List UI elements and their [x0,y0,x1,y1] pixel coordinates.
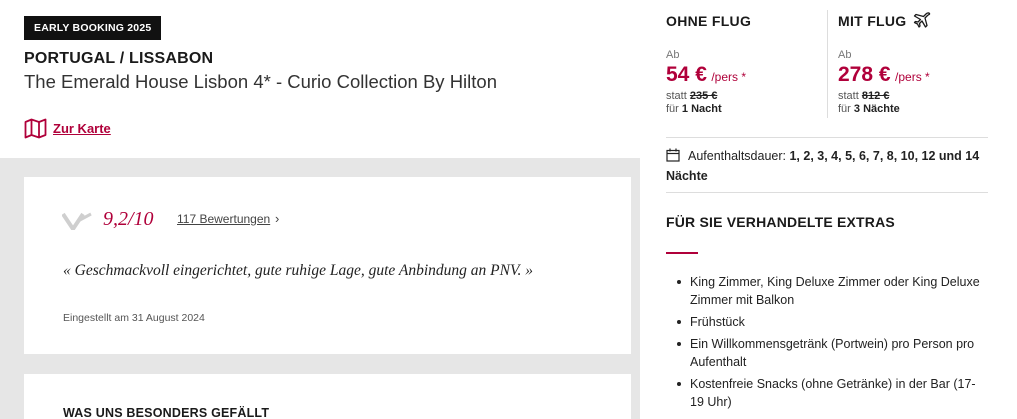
highlights-title: WAS UNS BESONDERS GEFÄLLT [63,406,270,419]
list-item: Kostenfreie Snacks (ohne Getränke) in de… [666,375,986,411]
reviews-count-link[interactable]: 117 Bewertungen [177,212,270,226]
price-per-person: /pers * [711,70,747,84]
old-price: 812 € [861,90,890,102]
with-flight-title: MIT FLUG [838,13,907,29]
chevron-right-icon[interactable]: › [275,211,279,226]
nights-label: für [666,103,679,115]
price-with-flight[interactable]: MIT FLUG Ab 278 € /pers * statt 812 € fü… [838,11,931,115]
extras-list: King Zimmer, King Deluxe Zimmer oder Kin… [666,273,986,415]
list-item: King Zimmer, King Deluxe Zimmer oder Kin… [666,273,986,309]
review-score: 9,2/10 [103,208,154,230]
list-item: Frühstück [666,313,986,331]
plane-icon [913,11,931,31]
map-link-label: Zur Karte [53,121,111,136]
calendar-icon [666,148,680,167]
nights-label: für [838,103,851,115]
extras-accent-line [666,252,698,254]
price-divider [827,10,828,118]
extras-title: FÜR SIE VERHANDELTE EXTRAS [666,214,895,230]
without-flight-title: OHNE FLUG [666,13,752,29]
old-price-label: statt [666,90,687,102]
hotel-title: The Emerald House Lisbon 4* - Curio Coll… [24,71,497,92]
stay-duration: Aufenthaltsdauer: 1, 2, 3, 4, 5, 6, 7, 8… [666,147,986,185]
price-per-person: /pers * [895,70,930,84]
divider-middle [666,192,988,193]
map-link[interactable]: Zur Karte [24,118,111,139]
price-prefix: Ab [838,49,852,61]
nights-value: 1 Nacht [681,103,722,115]
price-amount: 54 € [666,63,707,86]
stay-label: Aufenthaltsdauer: [688,149,786,163]
map-icon [24,118,47,139]
price-prefix: Ab [666,49,680,61]
nights-value: 3 Nächte [853,103,900,115]
review-date: Eingestellt am 31 August 2024 [63,312,205,324]
rating-logo-icon [61,212,92,235]
old-price-label: statt [838,90,859,102]
divider-top [666,137,988,138]
price-amount: 278 € [838,63,891,86]
list-item: Ein Willkommensgetränk (Portwein) pro Pe… [666,335,986,371]
location-heading: PORTUGAL / LISSABON [24,50,214,67]
early-booking-badge: EARLY BOOKING 2025 [24,16,162,40]
old-price: 235 € [689,90,718,102]
review-quote: « Geschmackvoll eingerichtet, gute ruhig… [63,262,533,279]
price-without-flight[interactable]: OHNE FLUG Ab 54 € /pers * statt 235 € fü… [666,12,751,115]
